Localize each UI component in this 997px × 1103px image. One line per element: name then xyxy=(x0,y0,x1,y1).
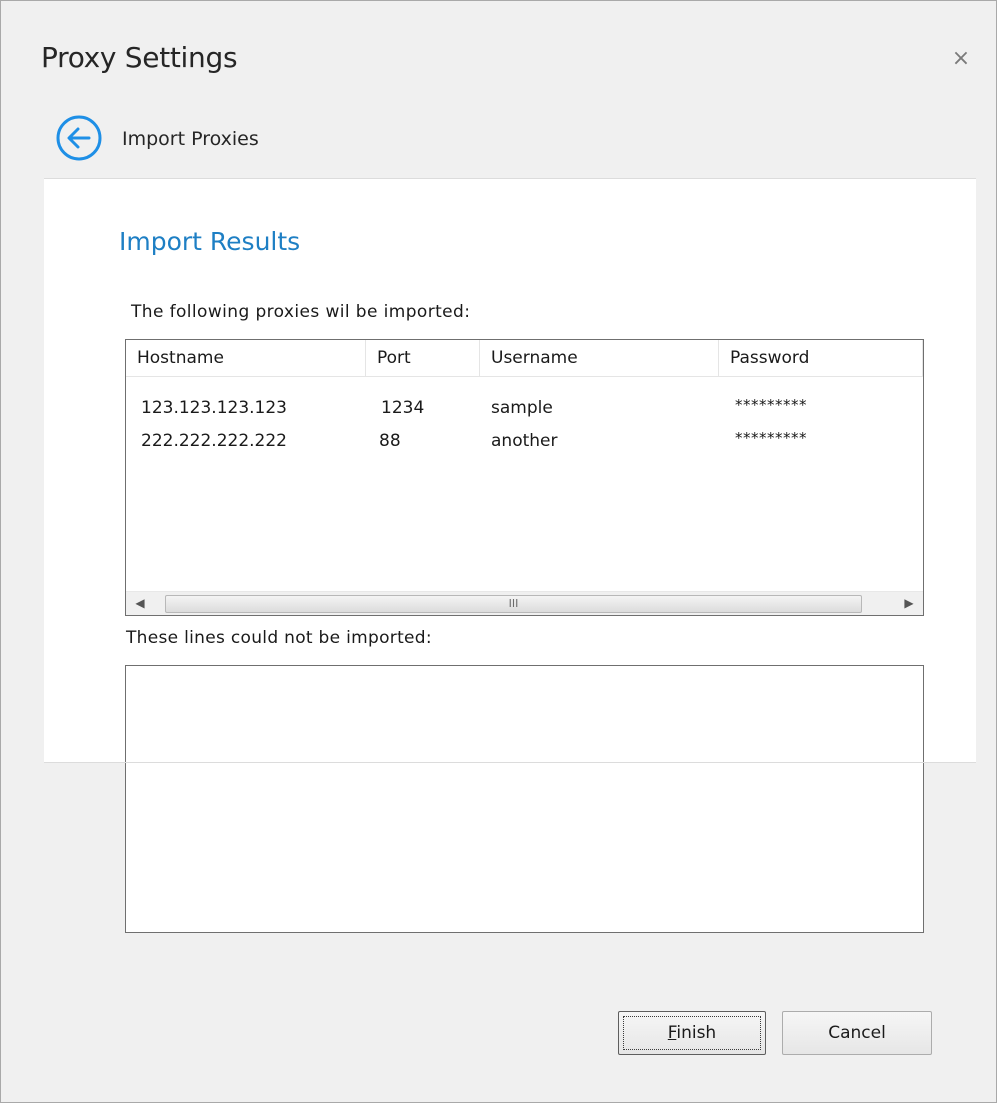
cell-port: 1234 xyxy=(381,398,425,418)
column-header-password[interactable]: Password xyxy=(719,340,923,376)
finish-button[interactable]: Finish xyxy=(618,1011,766,1055)
focus-rectangle xyxy=(623,1016,761,1050)
cell-username: another xyxy=(491,431,558,451)
section-heading: Import Results xyxy=(119,227,301,256)
failed-lines-box[interactable] xyxy=(125,665,924,933)
scrollbar-thumb[interactable]: III xyxy=(165,595,862,613)
cell-username: sample xyxy=(491,398,553,418)
cell-port: 88 xyxy=(379,431,401,451)
close-icon[interactable]: × xyxy=(947,45,975,73)
imported-proxies-list[interactable]: Hostname Port Username Password 123.123.… xyxy=(125,339,924,616)
back-arrow-circle-icon[interactable] xyxy=(55,114,103,162)
list-header: Hostname Port Username Password xyxy=(126,340,923,377)
cell-password: ********* xyxy=(735,396,807,414)
horizontal-scrollbar[interactable]: ◀ III ▶ xyxy=(126,591,923,615)
column-header-hostname[interactable]: Hostname xyxy=(126,340,366,376)
content-panel: Import Results The following proxies wil… xyxy=(44,178,976,933)
column-header-username[interactable]: Username xyxy=(480,340,719,376)
scroll-right-icon[interactable]: ▶ xyxy=(897,592,921,615)
proxy-settings-dialog: Proxy Settings × Import Proxies Import R… xyxy=(0,0,997,1103)
dialog-title: Proxy Settings xyxy=(41,41,238,74)
cell-password: ********* xyxy=(735,429,807,447)
cell-hostname: 222.222.222.222 xyxy=(141,431,288,451)
cell-hostname: 123.123.123.123 xyxy=(141,398,288,418)
column-header-port[interactable]: Port xyxy=(366,340,480,376)
step-label: Import Proxies xyxy=(122,128,259,150)
cancel-button[interactable]: Cancel xyxy=(782,1011,932,1055)
footer-divider xyxy=(44,762,976,763)
failed-lines-label: These lines could not be imported: xyxy=(126,628,432,648)
imported-proxies-label: The following proxies wil be imported: xyxy=(131,302,471,322)
table-row[interactable]: 222.222.222.222 88 another ********* xyxy=(126,425,923,458)
table-row[interactable]: 123.123.123.123 1234 sample ********* xyxy=(126,392,923,425)
scroll-left-icon[interactable]: ◀ xyxy=(128,592,152,615)
